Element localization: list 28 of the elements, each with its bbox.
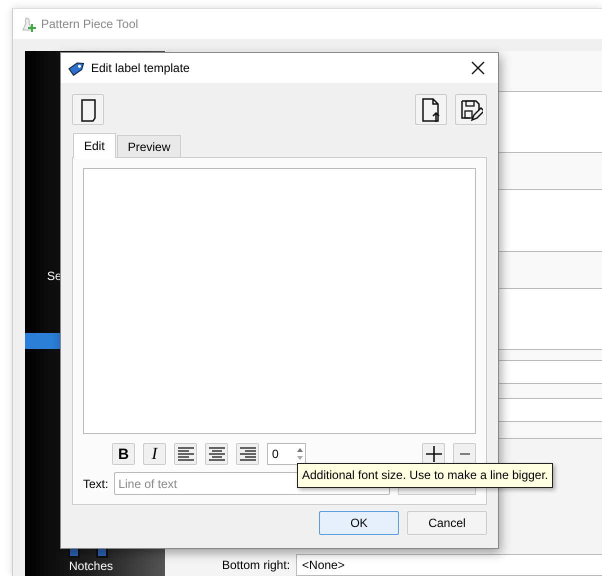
field-label: Text:: [83, 476, 108, 490]
dialog-button[interactable]: Cancel: [407, 511, 487, 535]
italic-button[interactable]: I: [143, 443, 166, 465]
field-label: Bottom right:: [222, 558, 290, 572]
tooltip: Additional font size. Use to make a line bigger.: [297, 463, 554, 488]
align-center-button[interactable]: [205, 443, 228, 465]
dialog-title: Edit label template: [91, 61, 190, 75]
dialog-button[interactable]: OK: [319, 511, 399, 535]
window-title: Pattern Piece Tool: [41, 17, 138, 31]
sidebar-item[interactable]: Notches: [69, 559, 114, 573]
align-center-icon: [206, 445, 226, 463]
save-as-button[interactable]: [455, 94, 487, 125]
align-left-icon: [176, 445, 196, 463]
import-button[interactable]: [415, 94, 447, 125]
font-size-spinbox[interactable]: 0: [267, 443, 306, 465]
plus-icon: [424, 445, 442, 463]
bold-button[interactable]: B: [112, 443, 135, 465]
add-button[interactable]: [422, 443, 445, 465]
close-icon: [471, 61, 485, 75]
app-icon: [21, 16, 37, 32]
tab[interactable]: Preview: [116, 135, 182, 157]
tab[interactable]: Edit: [73, 133, 116, 158]
align-right-button[interactable]: [236, 443, 259, 465]
new-button[interactable]: [72, 94, 104, 125]
combo-box[interactable]: <None>: [296, 554, 602, 576]
align-right-icon: [238, 445, 258, 463]
align-left-button[interactable]: [174, 443, 197, 465]
remove-button[interactable]: [453, 443, 476, 465]
